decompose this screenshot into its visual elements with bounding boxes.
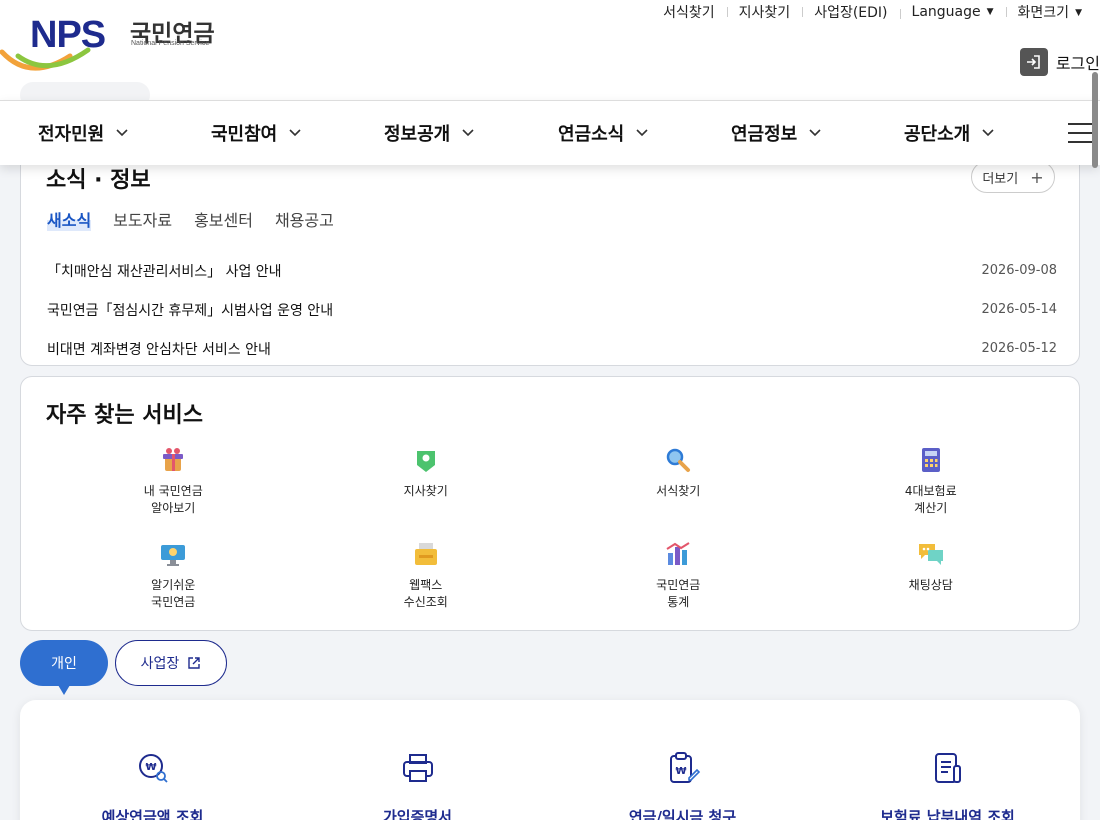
news-item-title: 「치매안심 재산관리서비스」 사업 안내 bbox=[47, 263, 282, 280]
external-link-icon bbox=[188, 657, 201, 669]
news-section: 소식 · 정보 더보기 + 새소식 보도자료 홍보센터 채용공고 「치매안심 재산… bbox=[20, 130, 1080, 366]
personal-quick-panel: ₩ 예상연금액 조회 가입증명서 ₩ 연금/일시금 청구 보험료 납부내역 조회 bbox=[20, 700, 1080, 820]
news-tabs: 새소식 보도자료 홍보센터 채용공고 bbox=[47, 207, 356, 231]
service-label: 알기쉬운 국민연금 bbox=[151, 578, 196, 609]
calculator-icon bbox=[921, 448, 940, 472]
services-section-title: 자주 찾는 서비스 bbox=[46, 403, 203, 428]
news-item-title: 비대면 계좌변경 안심차단 서비스 안내 bbox=[47, 341, 271, 358]
service-chat-consult[interactable]: 채팅상담 bbox=[805, 539, 1058, 627]
news-item-date: 2026-05-12 bbox=[981, 341, 1057, 356]
services-grid: 내 국민연금 알아보기 지사찾기 서식찾기 4대보험료 계산기 알기쉬운 국민연… bbox=[47, 445, 1057, 627]
service-my-pension[interactable]: 내 국민연금 알아보기 bbox=[47, 445, 300, 533]
svg-text:₩: ₩ bbox=[145, 762, 156, 773]
login-icon bbox=[1019, 48, 1048, 76]
gnb-menu-info-disclosure[interactable]: 정보공개 bbox=[384, 120, 474, 146]
page-scrollbar[interactable] bbox=[1092, 72, 1098, 168]
service-label: 웹팩스 수신조회 bbox=[403, 578, 448, 609]
quick-label: 연금/일시금 청구 bbox=[628, 808, 737, 820]
quick-grid: ₩ 예상연금액 조회 가입증명서 ₩ 연금/일시금 청구 보험료 납부내역 조회 bbox=[20, 750, 1080, 820]
map-pin-icon bbox=[416, 451, 435, 472]
quick-label: 가입증명서 bbox=[382, 808, 452, 820]
service-label: 국민연금 통계 bbox=[656, 578, 701, 609]
chevron-down-icon bbox=[636, 129, 648, 137]
service-label: 4대보험료 계산기 bbox=[904, 484, 957, 515]
svg-text:₩: ₩ bbox=[675, 766, 686, 777]
chevron-down-icon bbox=[982, 129, 994, 137]
monitor-icon bbox=[161, 545, 186, 566]
plus-icon: + bbox=[1030, 167, 1044, 187]
service-branch-search[interactable]: 지사찾기 bbox=[300, 445, 553, 533]
clipboard-won-icon: ₩ bbox=[669, 752, 700, 783]
news-section-title: 소식 · 정보 bbox=[46, 168, 151, 193]
news-item-date: 2026-09-08 bbox=[981, 263, 1057, 278]
util-screen-size[interactable]: 화면크기 ▼ bbox=[1005, 2, 1094, 22]
top-header: NPS 국민연금 National Pension Service 서식찾기 지… bbox=[0, 0, 1100, 108]
logo-name-en: National Pension Service bbox=[131, 40, 210, 47]
news-item[interactable]: 「치매안심 재산관리서비스」 사업 안내 2026-09-08 bbox=[47, 251, 1057, 290]
chevron-down-icon bbox=[116, 129, 128, 137]
service-label: 내 국민연금 알아보기 bbox=[143, 484, 203, 515]
login-label: 로그인 bbox=[1055, 54, 1100, 73]
news-item[interactable]: 국민연금「점심시간 휴무제」시범사업 운영 안내 2026-05-14 bbox=[47, 290, 1057, 329]
chevron-down-icon bbox=[462, 129, 474, 137]
quick-enrollment-certificate[interactable]: 가입증명서 bbox=[285, 750, 550, 820]
quick-expected-pension[interactable]: ₩ 예상연금액 조회 bbox=[20, 750, 285, 820]
quick-label: 예상연금액 조회 bbox=[101, 808, 204, 820]
service-easy-pension[interactable]: 알기쉬운 국민연금 bbox=[47, 539, 300, 627]
caret-down-icon: ▼ bbox=[1075, 8, 1082, 18]
util-language[interactable]: Language ▼ bbox=[899, 4, 1006, 20]
utility-nav: 서식찾기 지사찾기 사업장(EDI) Language ▼ 화면크기 ▼ bbox=[651, 2, 1094, 22]
service-label: 채팅상담 bbox=[908, 578, 953, 592]
news-item[interactable]: 비대면 계좌변경 안심차단 서비스 안내 2026-05-12 bbox=[47, 329, 1057, 368]
magnifier-icon bbox=[667, 448, 691, 472]
tab-pr-center[interactable]: 홍보센터 bbox=[194, 207, 253, 231]
won-search-icon: ₩ bbox=[138, 754, 168, 783]
gnb-menu-civil-service[interactable]: 전자민원 bbox=[38, 120, 128, 146]
hamburger-icon[interactable] bbox=[1068, 123, 1092, 143]
chevron-down-icon bbox=[809, 129, 821, 137]
segment-business-button[interactable]: 사업장 bbox=[115, 640, 227, 686]
tab-new-news[interactable]: 새소식 bbox=[47, 207, 92, 231]
gnb-menu-pension-info[interactable]: 연금정보 bbox=[731, 120, 821, 146]
global-nav: 전자민원 국민참여 정보공개 연금소식 연금정보 공단소개 bbox=[0, 100, 1100, 165]
document-list-icon bbox=[934, 753, 961, 783]
login-button[interactable]: 로그인 bbox=[1019, 48, 1100, 76]
logo-swoosh-icon bbox=[0, 47, 91, 71]
news-list: 「치매안심 재산관리서비스」 사업 안내 2026-09-08 국민연금「점심시… bbox=[47, 251, 1057, 368]
service-form-search[interactable]: 서식찾기 bbox=[552, 445, 805, 533]
tab-recruitment[interactable]: 채용공고 bbox=[275, 207, 334, 231]
printer-icon bbox=[402, 754, 433, 782]
quick-label: 보험료 납부내역 조회 bbox=[880, 808, 1015, 820]
nps-logo[interactable]: NPS 국민연금 National Pension Service bbox=[0, 12, 230, 76]
news-item-date: 2026-05-14 bbox=[981, 302, 1057, 317]
gnb-menu-about[interactable]: 공단소개 bbox=[904, 120, 994, 146]
util-business-edi[interactable]: 사업장(EDI) bbox=[802, 2, 899, 22]
service-insurance-calculator[interactable]: 4대보험료 계산기 bbox=[805, 445, 1058, 533]
gnb-menu-participation[interactable]: 국민참여 bbox=[211, 120, 301, 146]
gnb-menu-pension-news[interactable]: 연금소식 bbox=[558, 120, 648, 146]
gift-icon bbox=[163, 448, 184, 471]
quick-premium-history[interactable]: 보험료 납부내역 조회 bbox=[815, 750, 1080, 820]
chevron-down-icon bbox=[289, 129, 301, 137]
service-webfax-inquiry[interactable]: 웹팩스 수신조회 bbox=[300, 539, 553, 627]
service-label: 서식찾기 bbox=[656, 484, 701, 498]
service-pension-statistics[interactable]: 국민연금 통계 bbox=[552, 539, 805, 627]
segment-personal-button[interactable]: 개인 bbox=[20, 640, 108, 695]
chat-icon bbox=[918, 544, 943, 565]
news-item-title: 국민연금「점심시간 휴무제」시범사업 운영 안내 bbox=[47, 302, 334, 319]
more-button[interactable]: 더보기 + bbox=[971, 161, 1055, 193]
bar-chart-icon bbox=[666, 542, 690, 565]
quick-pension-claim[interactable]: ₩ 연금/일시금 청구 bbox=[550, 750, 815, 820]
util-branch-search[interactable]: 지사찾기 bbox=[726, 2, 803, 22]
util-form-search[interactable]: 서식찾기 bbox=[651, 2, 727, 22]
caret-down-icon: ▼ bbox=[986, 7, 994, 17]
fax-icon bbox=[414, 543, 437, 565]
tab-press-release[interactable]: 보도자료 bbox=[113, 207, 172, 231]
frequent-services-section: 자주 찾는 서비스 내 국민연금 알아보기 지사찾기 서식찾기 4대보험료 계산… bbox=[20, 376, 1080, 631]
service-label: 지사찾기 bbox=[403, 484, 448, 498]
